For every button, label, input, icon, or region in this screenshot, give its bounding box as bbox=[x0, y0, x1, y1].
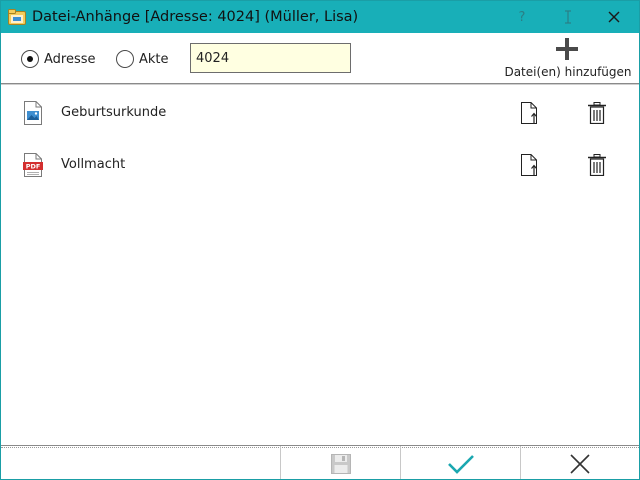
save-button[interactable] bbox=[280, 446, 400, 479]
file-upload-icon[interactable] bbox=[519, 102, 539, 124]
file-name: Vollmacht bbox=[61, 157, 126, 172]
title-bar: Datei-Anhänge [Adresse: 4024] (Müller, L… bbox=[1, 1, 639, 33]
window-title: Datei-Anhänge [Adresse: 4024] (Müller, L… bbox=[32, 9, 359, 25]
file-upload-icon[interactable] bbox=[519, 154, 539, 176]
image-file-icon bbox=[24, 101, 42, 125]
save-icon bbox=[330, 453, 351, 474]
radio-akte[interactable]: Akte bbox=[116, 50, 169, 68]
close-icon bbox=[608, 11, 620, 23]
add-files-label: Datei(en) hinzufügen bbox=[504, 65, 632, 79]
list-item[interactable]: Geburtsurkunde bbox=[1, 87, 639, 139]
add-files-button[interactable]: Datei(en) hinzufügen bbox=[503, 35, 633, 81]
pin-button[interactable] bbox=[545, 1, 591, 33]
pin-icon bbox=[565, 10, 571, 24]
radio-adresse[interactable]: Adresse bbox=[21, 50, 96, 68]
file-name: Geburtsurkunde bbox=[61, 105, 167, 120]
help-label: ? bbox=[518, 9, 526, 25]
trash-icon[interactable] bbox=[587, 102, 607, 124]
dialog-window: Datei-Anhänge [Adresse: 4024] (Müller, L… bbox=[0, 0, 640, 480]
checkmark-icon bbox=[447, 454, 474, 474]
plus-icon bbox=[556, 38, 578, 60]
close-icon bbox=[570, 453, 590, 474]
radio-adresse-indicator[interactable] bbox=[21, 50, 39, 68]
ok-button[interactable] bbox=[400, 446, 520, 479]
radio-adresse-label: Adresse bbox=[44, 51, 96, 67]
bottom-bar bbox=[1, 445, 639, 479]
radio-akte-indicator[interactable] bbox=[116, 50, 134, 68]
list-item[interactable]: PDF Vollmacht bbox=[1, 139, 639, 191]
radio-akte-label: Akte bbox=[139, 51, 169, 67]
id-input[interactable] bbox=[190, 43, 351, 73]
pdf-file-icon: PDF bbox=[23, 153, 43, 177]
pdf-badge-label: PDF bbox=[26, 163, 41, 171]
help-button[interactable]: ? bbox=[499, 1, 545, 33]
toolbar: Adresse Akte Datei(en) hinzufügen bbox=[1, 33, 639, 83]
cancel-button[interactable] bbox=[520, 446, 639, 479]
toolbar-divider bbox=[1, 83, 639, 85]
file-list: Geburtsurkunde PDF Vollmacht bbox=[1, 87, 639, 445]
folder-app-icon bbox=[8, 9, 26, 25]
window-close-button[interactable] bbox=[591, 1, 637, 33]
trash-icon[interactable] bbox=[587, 154, 607, 176]
